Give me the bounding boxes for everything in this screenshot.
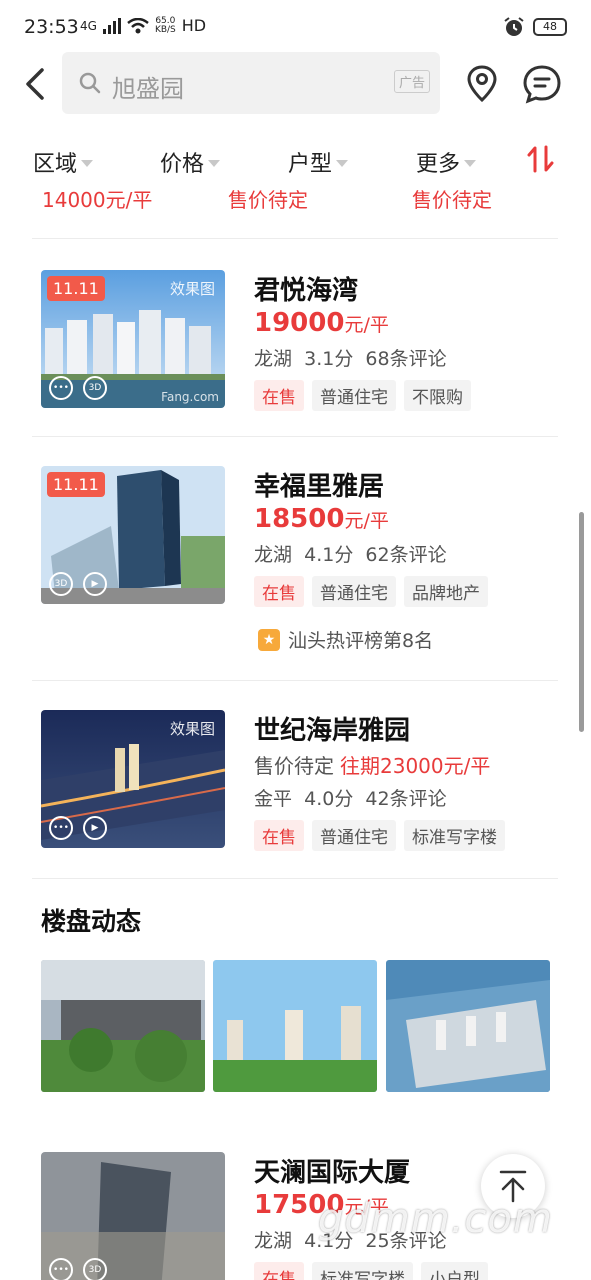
listing-title: 君悦海湾: [254, 276, 359, 306]
listing-title: 幸福里雅居: [254, 472, 385, 502]
dynamics-photo[interactable]: [41, 960, 205, 1092]
status-right: 48: [503, 16, 567, 38]
caret-down-icon: [464, 159, 477, 167]
play-icon: ▶: [83, 816, 107, 840]
listing-title: 世纪海岸雅园: [254, 716, 411, 746]
header: 旭盛园 广告: [0, 52, 591, 116]
ad-label: 广告: [393, 70, 430, 93]
listing-tags: 在售 普通住宅 不限购: [254, 380, 471, 411]
star-icon: ★: [258, 628, 280, 651]
message-icon[interactable]: [522, 64, 562, 104]
tag: 小户型: [421, 1262, 488, 1280]
tag: 标准写字楼: [312, 1262, 413, 1280]
play-icon: ▶: [83, 572, 107, 596]
signal-icon: [102, 17, 121, 34]
tag: 普通住宅: [312, 380, 396, 411]
listing-photo: 11.11 3D ▶: [41, 466, 225, 604]
back-arrow-icon[interactable]: [18, 64, 54, 104]
filter-price[interactable]: 价格: [160, 146, 221, 178]
divider: [32, 878, 558, 879]
hd-indicator: HD: [181, 16, 207, 35]
search-icon: [79, 72, 101, 94]
wifi-icon: [127, 17, 149, 33]
listing-meta: 龙湖 3.1分 68条评论: [254, 348, 447, 370]
caret-down-icon: [81, 159, 94, 167]
listing-tags: 在售 普通住宅 品牌地产: [254, 576, 488, 607]
net-speed: 65.0 KB/S: [154, 15, 176, 35]
comment-icon: •••: [49, 816, 73, 840]
dynamics-photo[interactable]: [213, 960, 377, 1092]
listing-meta: 金平 4.0分 42条评论: [254, 788, 447, 810]
status-bar: 23:53 4G 65.0 KB/S HD 48: [0, 0, 591, 56]
section-title: 楼盘动态: [41, 907, 142, 936]
search-query: 旭盛园: [112, 75, 184, 103]
caret-down-icon: [208, 159, 221, 167]
listing-photo: ••• 3D: [41, 1152, 225, 1280]
dynamics-photo[interactable]: [386, 960, 550, 1092]
comment-icon: •••: [49, 1258, 73, 1280]
comment-icon: •••: [49, 376, 73, 400]
filter-area[interactable]: 区域: [33, 146, 94, 178]
sort-icon[interactable]: [526, 144, 556, 174]
vr-3d-icon: 3D: [49, 572, 73, 596]
tag: 在售: [254, 576, 304, 607]
caret-down-icon: [336, 159, 349, 167]
listing-price: 18500元/平: [254, 504, 389, 534]
listing-price: 售价待定 往期23000元/平: [254, 754, 491, 778]
ranking-badge[interactable]: ★ 汕头热评榜第8名: [258, 626, 433, 653]
listing-meta: 龙湖 4.1分 62条评论: [254, 544, 447, 566]
tag: 在售: [254, 380, 304, 411]
tag: 普通住宅: [312, 576, 396, 607]
listing-card[interactable]: 效果图 ••• ▶ 世纪海岸雅园 售价待定 往期23000元/平 金平 4.0分 4…: [0, 680, 591, 878]
scrollbar[interactable]: [579, 512, 584, 732]
rendering-tag: 效果图: [169, 720, 215, 738]
listing-photo: 效果图 ••• ▶: [41, 710, 225, 848]
tag: 不限购: [404, 380, 471, 411]
promo-badge: 11.11: [47, 276, 105, 301]
filter-layout[interactable]: 户型: [288, 146, 349, 178]
promo-badge: 11.11: [47, 472, 105, 497]
listing-card[interactable]: 11.11 效果图 Fang.com ••• 3D 君悦海湾 19000元/平 龙…: [0, 238, 591, 438]
prev-price-1: 14000元/平: [42, 188, 153, 212]
tag: 普通住宅: [312, 820, 396, 851]
alarm-icon: [504, 17, 524, 36]
network-type: 4G: [80, 18, 97, 33]
tag: 标准写字楼: [404, 820, 505, 851]
vr-3d-icon: 3D: [83, 376, 107, 400]
search-input[interactable]: 旭盛园 广告: [62, 52, 440, 114]
site-watermark: gdmm.com: [318, 1196, 553, 1242]
status-time: 23:53: [24, 16, 79, 38]
filter-bar: 区域 价格 户型 更多: [0, 132, 591, 188]
listing-photo: 11.11 效果图 Fang.com ••• 3D: [41, 270, 225, 408]
listing-tags: 在售 标准写字楼 小户型: [254, 1262, 488, 1280]
listing-price: 19000元/平: [254, 308, 389, 338]
prev-price-3: 售价待定: [412, 188, 492, 212]
rendering-tag: 效果图: [169, 280, 215, 298]
listing-tags: 在售 普通住宅 标准写字楼: [254, 820, 505, 851]
prev-price-2: 售价待定: [228, 188, 308, 212]
vr-3d-icon: 3D: [83, 1258, 107, 1280]
photo-watermark: Fang.com: [161, 390, 219, 404]
tag: 品牌地产: [404, 576, 488, 607]
listing-card[interactable]: 11.11 3D ▶ 幸福里雅居 18500元/平 龙湖 4.1分 62条评论 在…: [0, 436, 591, 680]
location-pin-icon[interactable]: [466, 64, 498, 104]
battery-indicator: 48: [533, 18, 567, 36]
tag: 在售: [254, 820, 304, 851]
listing-title: 天澜国际大厦: [254, 1158, 411, 1188]
tag: 在售: [254, 1262, 304, 1280]
network-indicator: 4G 65.0 KB/S HD: [80, 16, 206, 35]
previous-listing-prices: 14000元/平 售价待定 售价待定: [0, 188, 591, 214]
filter-more[interactable]: 更多: [416, 146, 477, 178]
